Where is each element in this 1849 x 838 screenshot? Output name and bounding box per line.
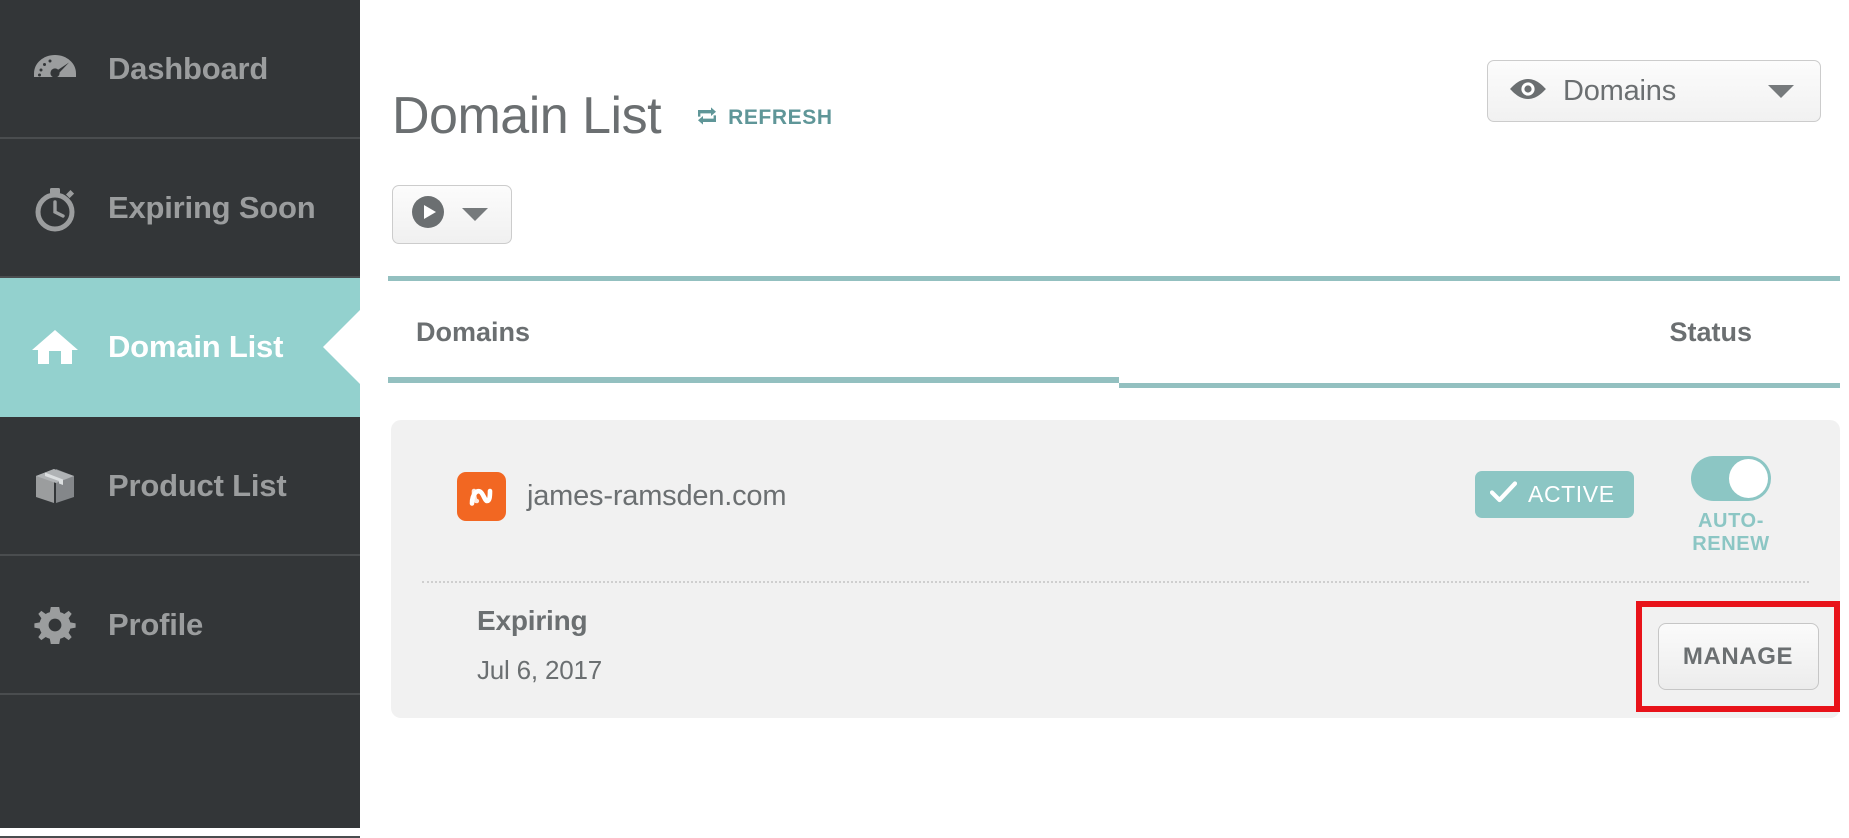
manage-button[interactable]: MANAGE [1657, 623, 1819, 690]
tab-status[interactable]: Status [1148, 317, 1840, 348]
sidebar-item-product-list[interactable]: Product List [0, 417, 360, 556]
sidebar-item-domain-list[interactable]: Domain List [0, 278, 361, 417]
sidebar-item-profile[interactable]: Profile [0, 556, 360, 695]
actions-dropdown-button[interactable] [392, 185, 512, 244]
dashboard-gauge-icon [24, 38, 86, 100]
sidebar: Dashboard Expiring Soon Domain List Prod… [0, 0, 361, 838]
sidebar-item-label: Profile [108, 606, 204, 642]
check-icon [1489, 481, 1518, 508]
active-tab-underline [388, 377, 1119, 383]
namecheap-logo-icon [457, 472, 506, 521]
auto-renew-toggle[interactable] [1691, 456, 1771, 501]
auto-renew-control: AUTO-RENEW [1660, 456, 1802, 556]
stopwatch-icon [24, 177, 86, 239]
gear-icon [24, 594, 86, 656]
active-indicator-arrow-icon [323, 308, 361, 385]
sidebar-item-expiring-soon[interactable]: Expiring Soon [0, 139, 360, 278]
play-circle-icon [410, 194, 446, 235]
tabs-bottom-border [1119, 383, 1840, 388]
manage-button-highlight: MANAGE [1636, 601, 1840, 712]
page-title: Domain List [392, 86, 662, 145]
eye-icon [1509, 77, 1547, 106]
toggle-knob [1729, 459, 1768, 498]
view-select-dropdown[interactable]: Domains [1487, 60, 1821, 122]
domain-identity[interactable]: james-ramsden.com [457, 472, 786, 521]
manage-button-label: MANAGE [1682, 642, 1794, 670]
sidebar-filler [0, 695, 360, 838]
refresh-label: REFRESH [728, 106, 833, 130]
sidebar-item-label: Domain List [108, 328, 284, 364]
sidebar-item-label: Product List [108, 467, 287, 503]
table-tabs: Domains Status [388, 276, 1840, 388]
chevron-down-icon [462, 208, 488, 221]
box-icon [24, 455, 86, 517]
page-header: Domain List REFRESH [392, 55, 833, 177]
refresh-button[interactable]: REFRESH [695, 105, 833, 132]
sidebar-item-label: Expiring Soon [108, 189, 316, 225]
main-content: Domain List REFRESH Domains Domains Stat… [360, 0, 1849, 828]
expiry-date: Jul 6, 2017 [477, 655, 603, 685]
domain-row-card: james-ramsden.com ACTIVE AUTO-RENEW Expi… [391, 420, 1840, 718]
domain-card-bottom: Expiring Jul 6, 2017 MANAGE [391, 583, 1840, 718]
expiry-block: Expiring Jul 6, 2017 [477, 605, 602, 686]
chevron-down-icon [1768, 84, 1794, 98]
home-icon [24, 316, 86, 378]
tab-domains[interactable]: Domains [388, 317, 1148, 348]
domain-name: james-ramsden.com [527, 480, 787, 512]
expiry-title: Expiring [477, 605, 588, 636]
status-badge: ACTIVE [1475, 471, 1634, 518]
domain-card-top: james-ramsden.com ACTIVE AUTO-RENEW [391, 420, 1840, 580]
domain-list-page: Dashboard Expiring Soon Domain List Prod… [0, 0, 1849, 838]
auto-renew-label: AUTO-RENEW [1692, 510, 1770, 555]
sidebar-item-dashboard[interactable]: Dashboard [0, 0, 360, 139]
status-label: ACTIVE [1528, 481, 1615, 507]
refresh-icon [695, 105, 719, 132]
sidebar-item-label: Dashboard [108, 50, 269, 86]
view-select-value: Domains [1563, 74, 1677, 107]
